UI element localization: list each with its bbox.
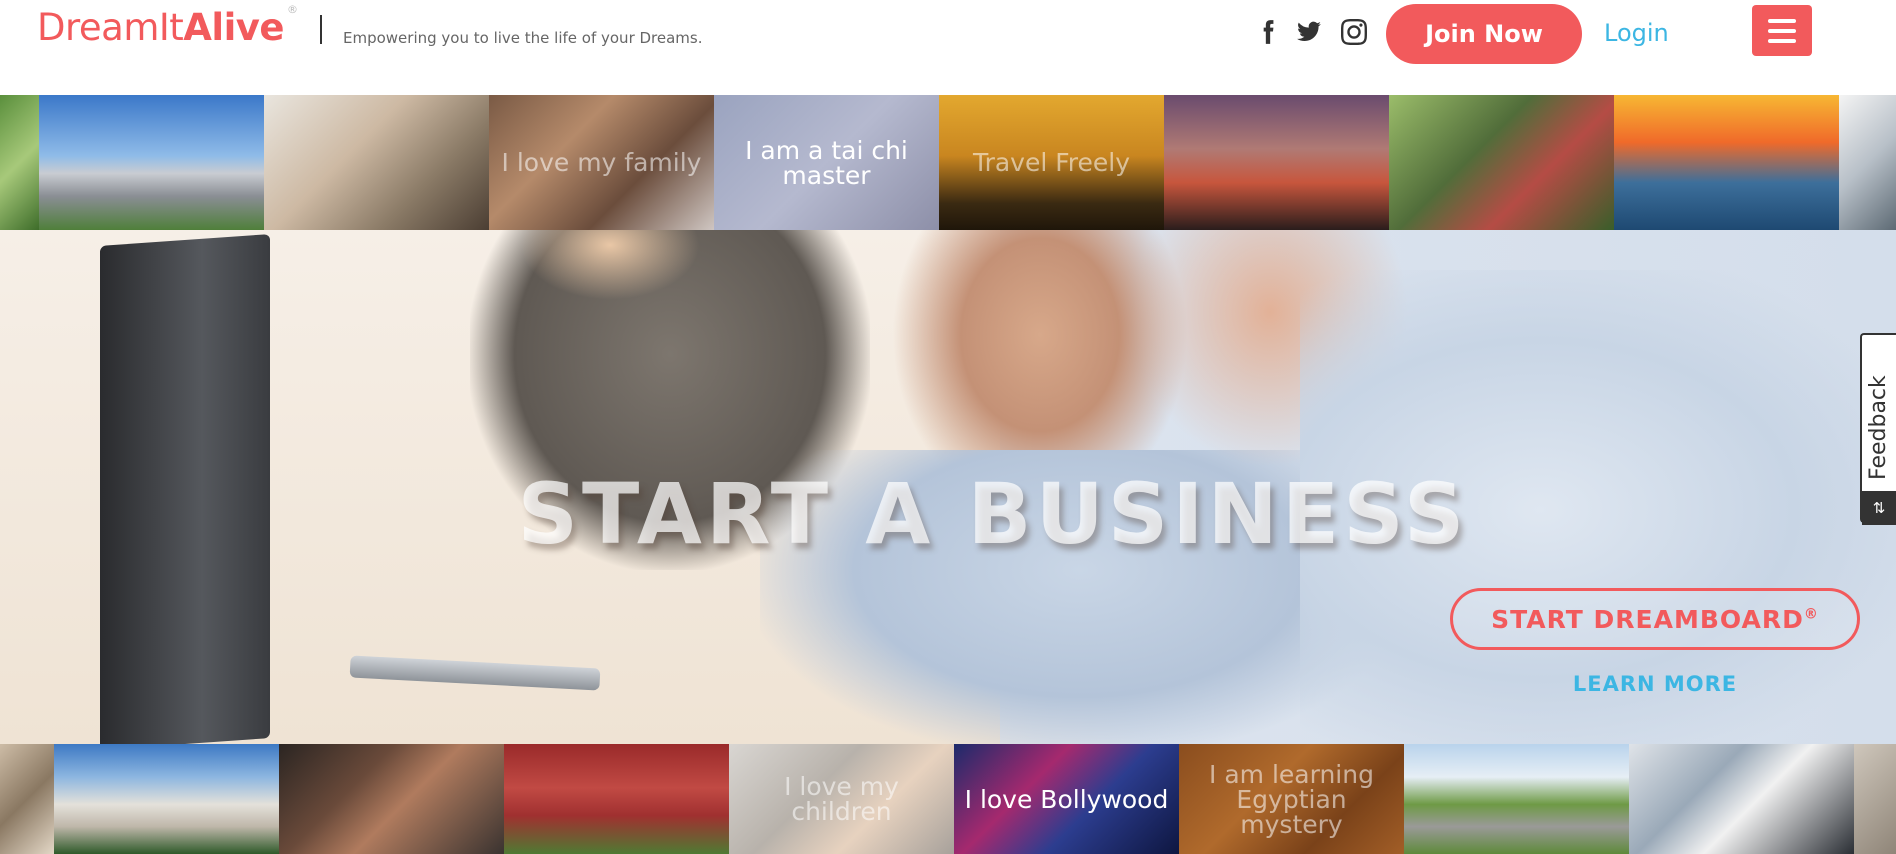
dream-tile[interactable]: I love my family — [489, 95, 714, 230]
dream-tile[interactable] — [1389, 95, 1614, 230]
twitter-icon[interactable] — [1294, 17, 1324, 47]
dream-tile[interactable] — [0, 95, 39, 230]
facebook-icon[interactable] — [1253, 17, 1283, 47]
site-header: DreamItAlive ® Empowering you to live the… — [0, 0, 1896, 95]
dream-tile[interactable]: Travel Freely — [939, 95, 1164, 230]
start-dreamboard-button[interactable]: START DREAMBOARD® — [1450, 588, 1860, 650]
dream-tiles-bottom: I love my children I love Bollywood I am… — [0, 744, 1896, 854]
tagline: Empowering you to live the life of your … — [343, 29, 703, 47]
dream-tile[interactable] — [54, 744, 279, 854]
login-link[interactable]: Login — [1604, 19, 1669, 47]
header-divider — [320, 15, 322, 44]
dream-tile[interactable]: I love Bollywood — [954, 744, 1179, 854]
sort-arrows-icon: ⇅ — [1862, 491, 1896, 525]
dream-tile[interactable] — [1629, 744, 1854, 854]
logo[interactable]: DreamItAlive ® — [37, 3, 298, 49]
dream-tile[interactable] — [1854, 744, 1896, 854]
instagram-icon[interactable] — [1339, 17, 1369, 47]
hero-title: START A BUSINESS — [517, 465, 1469, 563]
dream-tile[interactable] — [1614, 95, 1839, 230]
dream-tile[interactable] — [39, 95, 264, 230]
dream-tile[interactable]: I am learning Egyptian mystery — [1179, 744, 1404, 854]
hamburger-menu-icon[interactable] — [1752, 5, 1812, 56]
dream-tile[interactable] — [1404, 744, 1629, 854]
dream-tile[interactable] — [1839, 95, 1896, 230]
feedback-tab[interactable]: Feedback ⇅ — [1860, 333, 1896, 525]
dream-tile[interactable] — [0, 744, 54, 854]
dream-tile[interactable] — [1164, 95, 1389, 230]
dream-tile[interactable] — [264, 95, 489, 230]
dream-tile[interactable]: I love my children — [729, 744, 954, 854]
hero-banner: START A BUSINESS START DREAMBOARD® LEARN… — [0, 230, 1896, 744]
join-now-button[interactable]: Join Now — [1386, 4, 1582, 64]
woman-face — [520, 230, 700, 300]
dream-tile[interactable]: I am a tai chi master — [714, 95, 939, 230]
dream-tile[interactable] — [504, 744, 729, 854]
dream-tile[interactable] — [279, 744, 504, 854]
dream-tiles-top: I love my family I am a tai chi master T… — [0, 95, 1896, 230]
learn-more-link[interactable]: LEARN MORE — [1450, 672, 1860, 696]
feedback-label: Feedback — [1866, 375, 1891, 480]
